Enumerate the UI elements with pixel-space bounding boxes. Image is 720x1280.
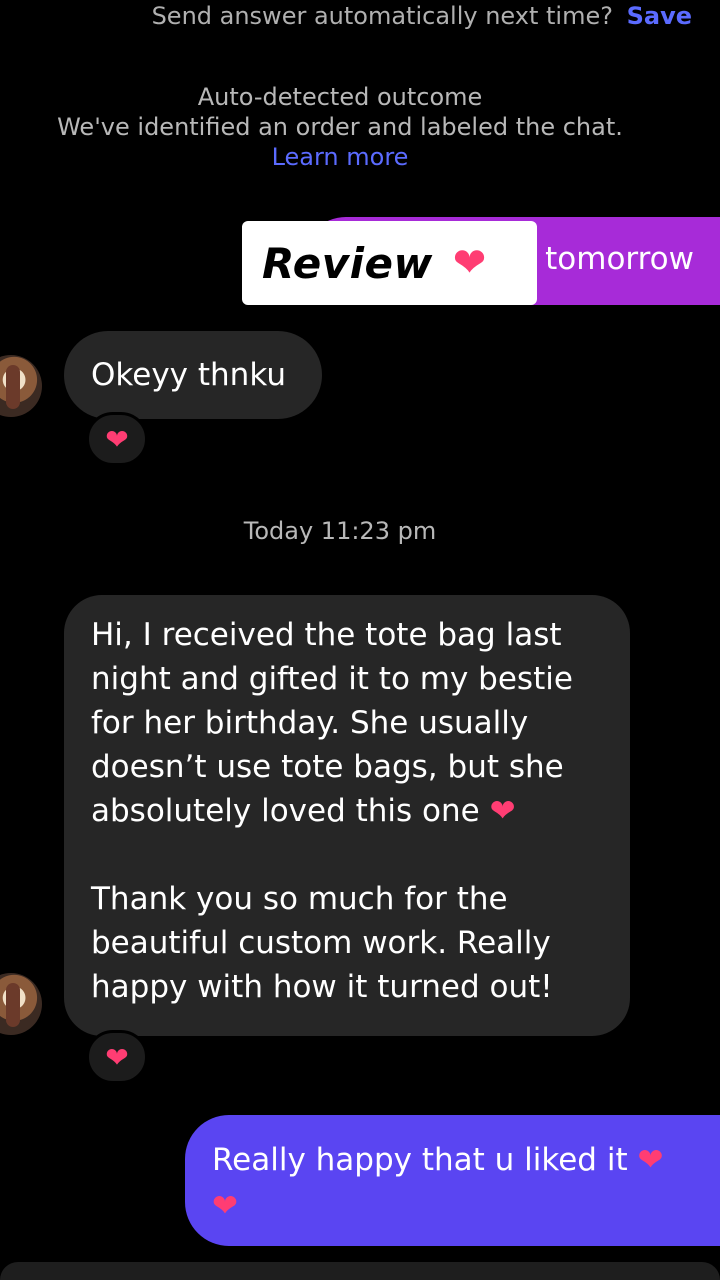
heart-icon: ❤ xyxy=(212,1188,238,1224)
received-message-bubble[interactable]: Okeyy thnku xyxy=(64,331,322,419)
reaction-heart[interactable]: ❤ xyxy=(86,1030,148,1084)
heart-icon: ❤ xyxy=(452,240,487,286)
heart-icon: ❤ xyxy=(637,1142,664,1178)
message-composer[interactable] xyxy=(0,1262,720,1280)
auto-answer-prompt: Send answer automatically next time? xyxy=(151,2,613,30)
auto-answer-banner: Send answer automatically next time? Sav… xyxy=(152,2,692,30)
reaction-heart[interactable]: ❤ xyxy=(86,412,148,466)
auto-outcome-notice: Auto-detected outcome We've identified a… xyxy=(0,82,680,172)
message-paragraph: Hi, I received the tote bag last night a… xyxy=(91,617,573,829)
message-text: Really happy that u liked it xyxy=(212,1142,628,1178)
heart-icon: ❤ xyxy=(105,1040,129,1074)
save-link[interactable]: Save xyxy=(627,2,692,30)
review-label-overlay: Review ❤ xyxy=(242,221,537,305)
sent-message-bubble[interactable]: Really happy that u liked it ❤ ❤ xyxy=(185,1115,720,1246)
received-message-bubble[interactable]: Hi, I received the tote bag last night a… xyxy=(64,595,630,1036)
review-label: Review xyxy=(262,238,433,288)
auto-outcome-description: We've identified an order and labeled th… xyxy=(57,113,623,141)
learn-more-link[interactable]: Learn more xyxy=(0,142,680,172)
avatar[interactable] xyxy=(0,355,42,417)
avatar[interactable] xyxy=(0,973,42,1035)
timestamp: Today 11:23 pm xyxy=(243,517,437,545)
message-text: Okeyy thnku xyxy=(91,357,286,393)
message-text: tomorrow xyxy=(545,241,694,277)
heart-icon: ❤ xyxy=(105,422,129,456)
message-paragraph: Thank you so much for the beautiful cust… xyxy=(91,881,553,1005)
auto-outcome-title: Auto-detected outcome xyxy=(197,83,483,111)
heart-icon: ❤ xyxy=(489,793,516,829)
